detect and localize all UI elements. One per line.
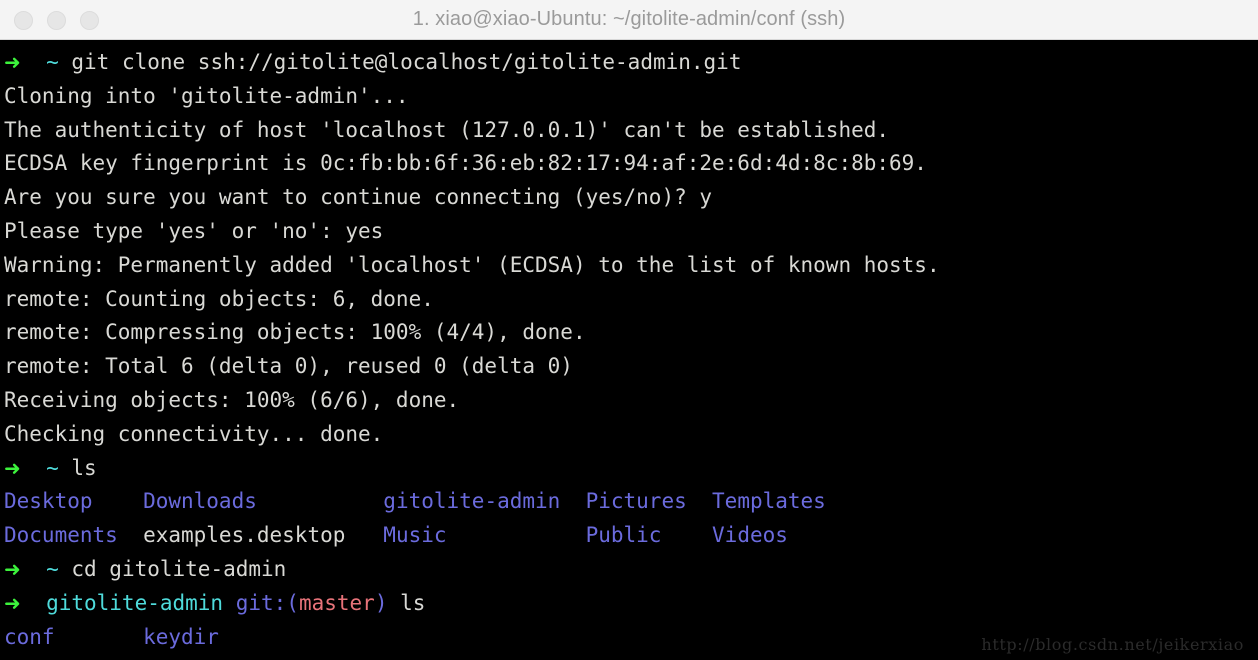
minimize-button[interactable]	[47, 10, 66, 30]
terminal-line-list: ➜ ~ git clone ssh://gitolite@localhost/g…	[4, 46, 1258, 654]
output-text: Checking connectivity... done.	[4, 421, 384, 446]
output-text: Cloning into 'gitolite-admin'...	[4, 83, 409, 108]
output-text: remote: Counting objects: 6, done.	[4, 286, 434, 311]
directory-entry: Videos	[712, 523, 788, 548]
terminal-output-line: Checking connectivity... done.	[4, 418, 1258, 452]
directory-entry: Desktop	[4, 489, 144, 514]
prompt-arrow-icon: ➜	[4, 556, 21, 581]
output-text: The authenticity of host 'localhost (127…	[4, 117, 890, 142]
directory-entry: Documents	[4, 523, 144, 548]
terminal-output[interactable]: ➜ ~ git clone ssh://gitolite@localhost/g…	[0, 40, 1258, 660]
directory-entry: Pictures	[585, 489, 713, 514]
terminal-output-line: Warning: Permanently added 'localhost' (…	[4, 249, 1258, 283]
prompt-command: ls	[400, 590, 426, 615]
terminal-prompt-line: ➜ ~ ls	[4, 452, 1258, 486]
terminal-listing-line: Desktop Downloads gitolite-admin Picture…	[4, 485, 1258, 519]
terminal-output-line: Cloning into 'gitolite-admin'...	[4, 80, 1258, 114]
window-titlebar: 1. xiao@xiao-Ubuntu: ~/gitolite-admin/co…	[0, 0, 1258, 40]
terminal-output-line: The authenticity of host 'localhost (127…	[4, 114, 1258, 148]
output-text: ECDSA key fingerprint is 0c:fb:bb:6f:36:…	[4, 151, 927, 176]
terminal-output-line: remote: Total 6 (delta 0), reused 0 (del…	[4, 350, 1258, 384]
prompt-arrow-icon: ➜	[4, 590, 21, 615]
terminal-listing-line: Documents examples.desktop Music Public …	[4, 519, 1258, 553]
zoom-button[interactable]	[80, 10, 99, 30]
output-text: Warning: Permanently added 'localhost' (…	[4, 252, 940, 277]
terminal-output-line: remote: Compressing objects: 100% (4/4),…	[4, 316, 1258, 350]
prompt-path: ~	[46, 455, 59, 480]
window-controls	[14, 0, 99, 40]
file-entry: examples.desktop	[143, 523, 384, 548]
prompt-arrow-icon: ➜	[4, 50, 21, 74]
watermark-text: http://blog.csdn.net/jeikerxiao	[981, 635, 1244, 654]
prompt-command: ls	[71, 455, 97, 480]
prompt-arrow-icon: ➜	[4, 455, 21, 480]
prompt-path: gitolite-admin	[46, 590, 224, 615]
output-text: Are you sure you want to continue connec…	[4, 185, 713, 210]
prompt-command: git clone ssh://gitolite@localhost/gitol…	[71, 50, 742, 74]
directory-entry: Downloads	[143, 489, 384, 514]
directory-entry: Templates	[712, 489, 826, 514]
terminal-output-line: remote: Counting objects: 6, done.	[4, 283, 1258, 317]
git-label-close: )	[374, 590, 388, 615]
terminal-output-line: Receiving objects: 100% (6/6), done.	[4, 384, 1258, 418]
terminal-git-prompt-line: ➜ gitolite-admin git:(master) ls	[4, 587, 1258, 621]
output-text: Receiving objects: 100% (6/6), done.	[4, 387, 460, 412]
terminal-prompt-line: ➜ ~ git clone ssh://gitolite@localhost/g…	[4, 46, 1258, 80]
terminal-output-line: Please type 'yes' or 'no': yes	[4, 215, 1258, 249]
directory-entry: gitolite-admin	[383, 489, 586, 514]
output-text: remote: Total 6 (delta 0), reused 0 (del…	[4, 354, 573, 379]
directory-entry: Public	[585, 523, 713, 548]
terminal-window: 1. xiao@xiao-Ubuntu: ~/gitolite-admin/co…	[0, 0, 1258, 660]
directory-entry: Music	[383, 523, 586, 548]
git-branch-name: master	[298, 590, 375, 615]
prompt-command: cd gitolite-admin	[71, 556, 287, 581]
output-text: remote: Compressing objects: 100% (4/4),…	[4, 320, 586, 345]
output-text: Please type 'yes' or 'no': yes	[4, 218, 384, 243]
window-title: 1. xiao@xiao-Ubuntu: ~/gitolite-admin/co…	[412, 8, 846, 30]
directory-entry: keydir	[143, 624, 219, 649]
directory-entry: conf	[4, 624, 144, 649]
git-label-open: git:(	[235, 590, 299, 615]
prompt-path: ~	[46, 556, 59, 581]
terminal-prompt-line: ➜ ~ cd gitolite-admin	[4, 553, 1258, 587]
prompt-path: ~	[46, 50, 59, 74]
close-button[interactable]	[14, 10, 33, 30]
terminal-output-line: ECDSA key fingerprint is 0c:fb:bb:6f:36:…	[4, 147, 1258, 181]
terminal-output-line: Are you sure you want to continue connec…	[4, 181, 1258, 215]
